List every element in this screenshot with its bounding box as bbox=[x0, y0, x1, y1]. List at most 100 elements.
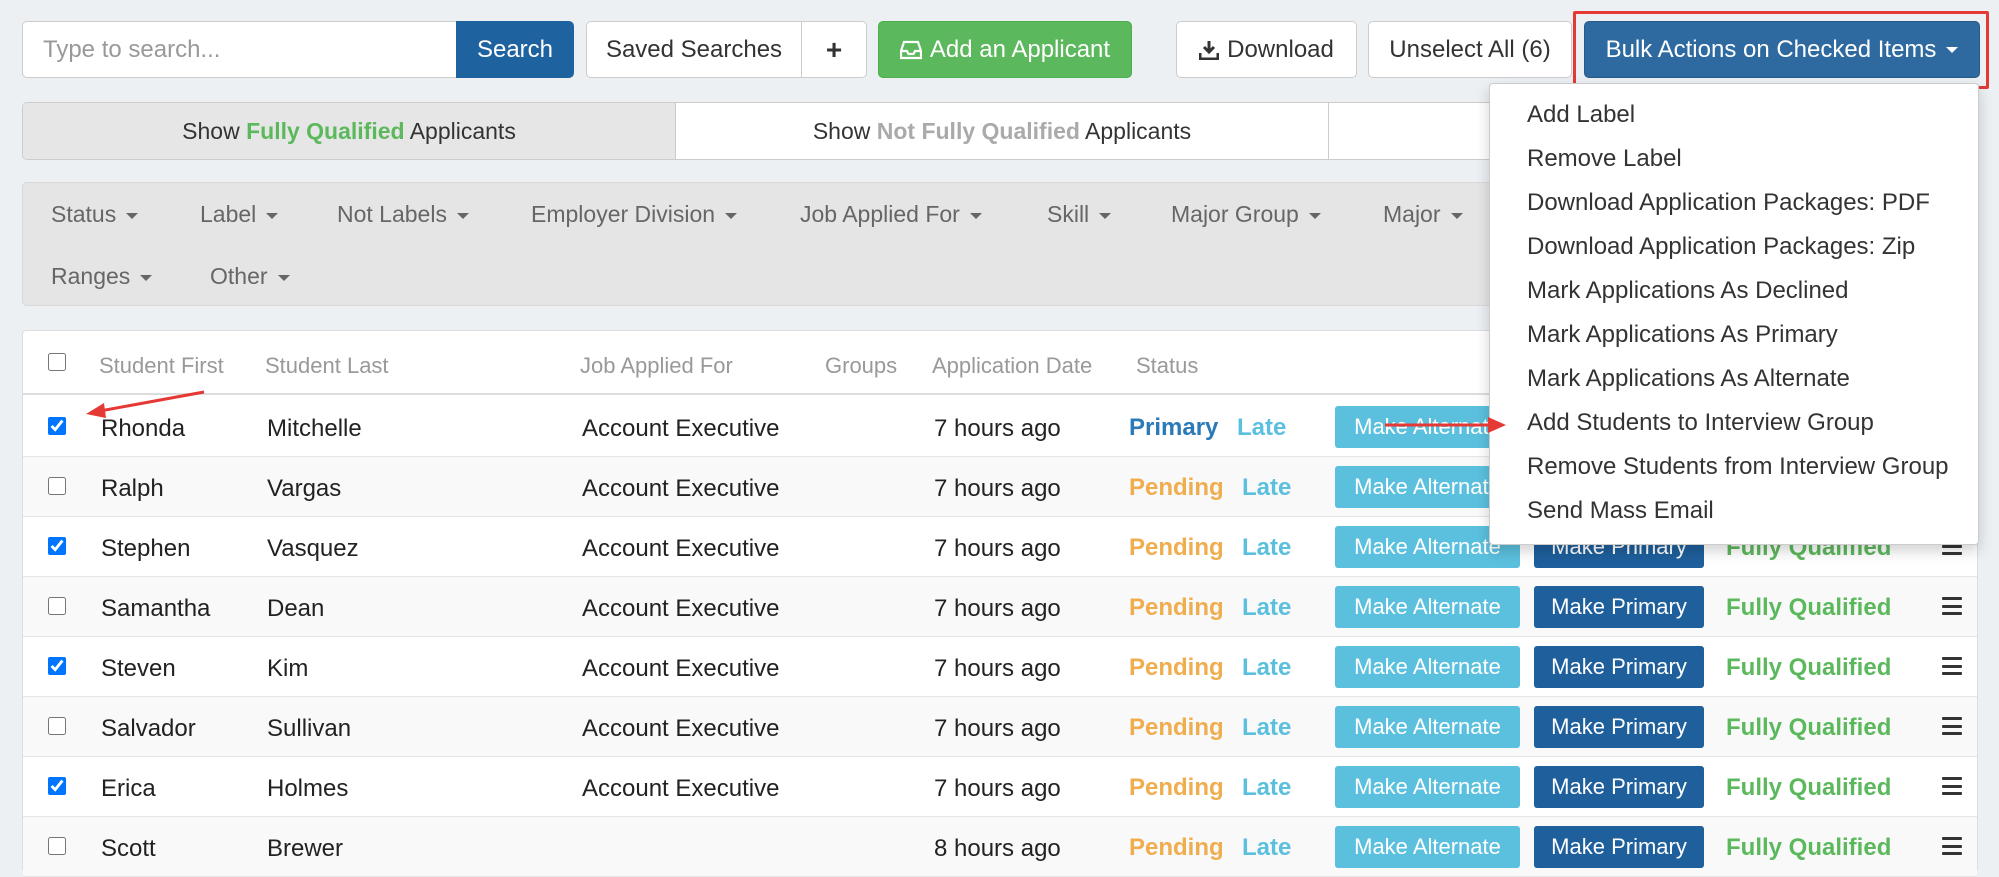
make-alternate-button[interactable]: Make Alternate bbox=[1335, 586, 1520, 628]
menu-item-remove-from-interview-group[interactable]: Remove Students from Interview Group bbox=[1527, 453, 1949, 481]
header-job-applied-for[interactable]: Job Applied For bbox=[580, 353, 733, 379]
tab-not-fully-qualified[interactable]: Show Not Fully Qualified Applicants bbox=[676, 103, 1329, 159]
row-checkbox[interactable] bbox=[48, 537, 66, 555]
filter-ranges[interactable]: Ranges bbox=[51, 263, 153, 290]
download-button[interactable]: Download bbox=[1176, 21, 1357, 78]
filter-status[interactable]: Status bbox=[51, 201, 139, 228]
filter-label[interactable]: Label bbox=[200, 201, 279, 228]
search-input[interactable] bbox=[22, 21, 456, 78]
table-row[interactable]: Erica Holmes Account Executive 7 hours ago P… bbox=[23, 757, 1977, 817]
filter-major[interactable]: Major bbox=[1383, 201, 1463, 228]
make-alternate-button[interactable]: Make Alternate bbox=[1335, 826, 1520, 868]
filter-label: Major bbox=[1383, 201, 1441, 227]
chevron-down-icon bbox=[725, 212, 738, 219]
chevron-down-icon bbox=[1946, 46, 1959, 53]
bulk-actions-button[interactable]: Bulk Actions on Checked Items bbox=[1584, 21, 1980, 78]
student-last: Dean bbox=[267, 595, 325, 622]
make-primary-button[interactable]: Make Primary bbox=[1534, 766, 1704, 808]
hamburger-menu-icon[interactable] bbox=[1942, 657, 1962, 675]
make-alternate-button[interactable]: Make Alternate bbox=[1335, 646, 1520, 688]
filter-label: Other bbox=[210, 263, 268, 289]
row-checkbox[interactable] bbox=[48, 717, 66, 735]
hamburger-menu-icon[interactable] bbox=[1942, 717, 1962, 735]
menu-item-send-mass-email[interactable]: Send Mass Email bbox=[1527, 497, 1714, 525]
student-first: Rhonda bbox=[101, 415, 186, 442]
header-groups[interactable]: Groups bbox=[825, 353, 897, 379]
filter-label: Employer Division bbox=[531, 201, 716, 227]
application-date: 7 hours ago bbox=[934, 715, 1061, 742]
filter-label: Skill bbox=[1047, 201, 1090, 227]
status-badge: Primary bbox=[1129, 414, 1219, 441]
saved-searches-button[interactable]: Saved Searches bbox=[586, 21, 802, 78]
filter-label: Job Applied For bbox=[800, 201, 960, 227]
row-checkbox[interactable] bbox=[48, 837, 66, 855]
hamburger-menu-icon[interactable] bbox=[1942, 837, 1962, 855]
table-row[interactable]: Scott Brewer 8 hours ago Pending Late Make Al… bbox=[23, 817, 1977, 877]
job-applied-for: Account Executive bbox=[582, 415, 780, 442]
filter-job-applied-for[interactable]: Job Applied For bbox=[800, 201, 982, 228]
chevron-down-icon bbox=[126, 212, 139, 219]
make-alternate-button[interactable]: Make Alternate bbox=[1335, 706, 1520, 748]
job-applied-for: Account Executive bbox=[582, 535, 780, 562]
row-checkbox[interactable] bbox=[48, 597, 66, 615]
filter-label: Ranges bbox=[51, 263, 131, 289]
hamburger-menu-icon[interactable] bbox=[1942, 777, 1962, 795]
student-last: Brewer bbox=[267, 835, 344, 862]
filter-label: Status bbox=[51, 201, 117, 227]
chevron-down-icon bbox=[266, 212, 279, 219]
filter-label: Major Group bbox=[1171, 201, 1299, 227]
tab-fully-qualified[interactable]: Show Fully Qualified Applicants bbox=[23, 103, 676, 159]
filter-employer-division[interactable]: Employer Division bbox=[531, 201, 738, 228]
student-first: Stephen bbox=[101, 535, 191, 562]
menu-item-mark-primary[interactable]: Mark Applications As Primary bbox=[1527, 321, 1838, 349]
menu-item-add-label[interactable]: Add Label bbox=[1527, 101, 1635, 129]
hamburger-menu-icon[interactable] bbox=[1942, 597, 1962, 615]
filter-skill[interactable]: Skill bbox=[1047, 201, 1112, 228]
application-date: 7 hours ago bbox=[934, 655, 1061, 682]
qualification-badge: Fully Qualified bbox=[1726, 774, 1892, 801]
table-row[interactable]: Steven Kim Account Executive 7 hours ago Pen… bbox=[23, 637, 1977, 697]
late-badge: Late bbox=[1237, 414, 1287, 441]
tab-label-highlight: Fully Qualified bbox=[246, 117, 405, 144]
menu-item-remove-label[interactable]: Remove Label bbox=[1527, 145, 1682, 173]
header-student-last[interactable]: Student Last bbox=[265, 353, 389, 379]
download-icon bbox=[1199, 40, 1220, 60]
make-primary-button[interactable]: Make Primary bbox=[1534, 586, 1704, 628]
table-row[interactable]: Samantha Dean Account Executive 7 hours ago… bbox=[23, 577, 1977, 637]
menu-item-mark-alternate[interactable]: Mark Applications As Alternate bbox=[1527, 365, 1850, 393]
unselect-all-button[interactable]: Unselect All (6) bbox=[1368, 21, 1572, 78]
student-last: Kim bbox=[267, 655, 309, 682]
add-saved-search-button[interactable]: + bbox=[801, 21, 867, 78]
row-checkbox[interactable] bbox=[48, 777, 66, 795]
filter-not-labels[interactable]: Not Labels bbox=[337, 201, 469, 228]
bulk-actions-menu: Add Label Remove Label Download Applicat… bbox=[1489, 83, 1979, 545]
row-checkbox[interactable] bbox=[48, 417, 66, 435]
filter-major-group[interactable]: Major Group bbox=[1171, 201, 1321, 228]
menu-item-download-zip[interactable]: Download Application Packages: Zip bbox=[1527, 233, 1915, 261]
filter-label: Not Labels bbox=[337, 201, 447, 227]
add-applicant-button[interactable]: Add an Applicant bbox=[878, 21, 1132, 78]
menu-item-add-to-interview-group[interactable]: Add Students to Interview Group bbox=[1527, 409, 1874, 437]
chevron-down-icon bbox=[1308, 212, 1321, 219]
filter-label: Label bbox=[200, 201, 257, 227]
job-applied-for: Account Executive bbox=[582, 775, 780, 802]
menu-item-mark-declined[interactable]: Mark Applications As Declined bbox=[1527, 277, 1849, 305]
student-first: Steven bbox=[101, 655, 176, 682]
search-button[interactable]: Search bbox=[456, 21, 574, 78]
row-checkbox[interactable] bbox=[48, 657, 66, 675]
make-primary-button[interactable]: Make Primary bbox=[1534, 826, 1704, 868]
student-last: Mitchelle bbox=[267, 415, 362, 442]
row-checkbox[interactable] bbox=[48, 477, 66, 495]
header-student-first[interactable]: Student First bbox=[99, 353, 224, 379]
status-badge: Pending bbox=[1129, 594, 1224, 621]
make-primary-button[interactable]: Make Primary bbox=[1534, 706, 1704, 748]
filter-other[interactable]: Other bbox=[210, 263, 290, 290]
select-all-checkbox[interactable] bbox=[48, 353, 66, 371]
header-application-date[interactable]: Application Date bbox=[932, 353, 1092, 379]
header-status[interactable]: Status bbox=[1136, 353, 1198, 379]
menu-item-download-pdf[interactable]: Download Application Packages: PDF bbox=[1527, 189, 1930, 217]
table-row[interactable]: Salvador Sullivan Account Executive 7 hours… bbox=[23, 697, 1977, 757]
make-alternate-button[interactable]: Make Alternate bbox=[1335, 766, 1520, 808]
tab-label-suffix: Applicants bbox=[404, 117, 516, 144]
make-primary-button[interactable]: Make Primary bbox=[1534, 646, 1704, 688]
